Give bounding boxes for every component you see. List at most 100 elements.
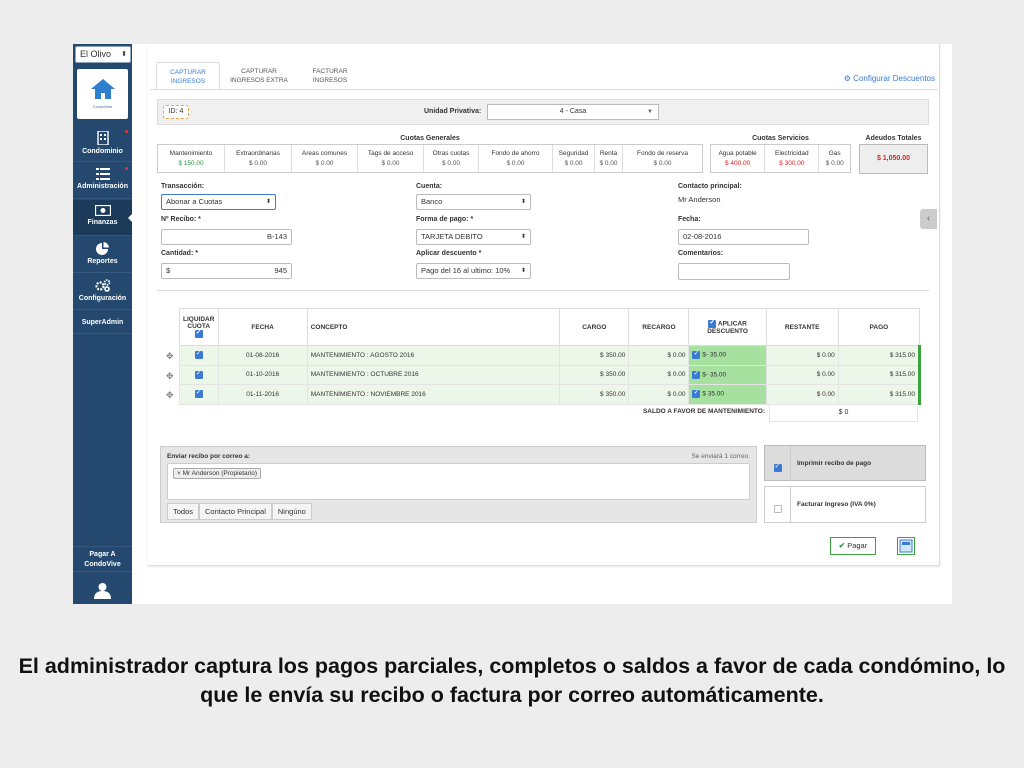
logo[interactable]: CondoVive xyxy=(77,69,128,119)
pie-chart-icon xyxy=(96,242,109,255)
discount-checkbox[interactable] xyxy=(692,388,701,399)
cuota-seguridad: Seguridad $ 0.00 xyxy=(553,145,595,172)
recibo-input[interactable]: B-143 xyxy=(161,229,292,245)
unidad-privativa-select[interactable]: 4 - Casa ▼ xyxy=(487,104,659,120)
cuotas-servicios-box: Agua potable $ 400.00 Electricidad $ 300.0… xyxy=(710,144,851,173)
tab-capturar-ingresos[interactable]: CAPTURAR INGRESOS xyxy=(156,62,220,90)
select-all-checkbox[interactable] xyxy=(194,328,203,338)
sidebar-item-finanzas[interactable]: Finanzas xyxy=(73,200,133,236)
cantidad-label: Cantidad: * xyxy=(161,250,198,257)
cuota-name: Seguridad xyxy=(558,150,589,157)
cantidad-value: 945 xyxy=(274,266,287,275)
drag-handle-icon[interactable]: ✥ xyxy=(166,390,174,401)
liquidar-checkbox[interactable] xyxy=(194,369,203,379)
header-restante: RESTANTE xyxy=(765,308,839,346)
servicio-value: $ 0.00 xyxy=(825,160,844,167)
liquidar-checkbox[interactable] xyxy=(194,388,203,399)
tab-line1: CAPTURAR xyxy=(241,68,277,75)
drag-handle-icon[interactable]: ✥ xyxy=(166,351,174,362)
cuota-value: $ 0.00 xyxy=(248,160,268,167)
cuotas-generales-title: Cuotas Generales xyxy=(400,135,460,142)
configurar-descuentos-link[interactable]: ⚙ Configurar Descuentos xyxy=(844,74,935,83)
pagar-a-sub-label: CondoVive xyxy=(84,561,121,568)
table-row: ✥ 01-10-2016 MANTENIMIENTO : OCTUBRE 201… xyxy=(166,364,922,385)
ninguno-button[interactable]: Ningúno xyxy=(271,503,312,520)
pago-cell: $ 315.00 xyxy=(837,345,922,366)
restante-cell: $ 0.00 xyxy=(765,345,839,366)
tab-line1: CAPTURAR xyxy=(170,69,206,76)
imprimir-checkbox[interactable] xyxy=(773,462,782,472)
servicio-gas: Gas $ 0.00 xyxy=(819,145,850,172)
aplicar-descuento-label: Aplicar descuento * xyxy=(416,250,482,257)
recipient-tag[interactable]: × Mr Anderson (Propietario) xyxy=(173,468,262,479)
recargo-cell: $ 0.00 xyxy=(628,364,690,385)
liquidar-cell: ✥ xyxy=(166,384,219,405)
recargo-cell: $ 0.00 xyxy=(628,345,690,366)
imprimir-recibo-option[interactable]: Imprimir recibo de pago xyxy=(764,445,926,481)
collapse-panel-button[interactable]: ‹ xyxy=(920,209,937,229)
cargo-cell: $ 350.00 xyxy=(559,364,630,385)
select-arrows-icon: ⬍ xyxy=(265,199,271,205)
aplicar-descuento-select[interactable]: Pago del 16 al ultimo: 10% ⬍ xyxy=(416,263,531,279)
select-value: Abonar a Cuotas xyxy=(166,197,223,206)
discount-checkbox[interactable] xyxy=(692,369,701,379)
facturar-ingreso-option[interactable]: Facturar Ingreso (IVA 0%) xyxy=(764,486,926,523)
fecha-cell: 01-08-2016 xyxy=(217,345,308,366)
select-arrows-icon: ⬍ xyxy=(121,51,127,58)
cuota-extraordinarias: Extraordinarias $ 0.00 xyxy=(225,145,292,172)
select-value: Pago del 16 al ultimo: 10% xyxy=(421,266,511,275)
cantidad-input[interactable]: $945 xyxy=(161,263,292,279)
descuento-cell: $ 35.00 xyxy=(688,384,767,405)
facturar-checkbox[interactable] xyxy=(773,504,782,513)
sidebar-item-configuracion[interactable]: Configuración xyxy=(73,274,132,310)
adeudos-totales-title: Adeudos Totales xyxy=(865,135,922,142)
cuota-value: $ 0.00 xyxy=(315,160,334,167)
list-icon xyxy=(95,168,110,180)
user-icon[interactable] xyxy=(94,582,111,599)
tab-capturar-ingresos-extra[interactable]: CAPTURAR INGRESOS EXTRA xyxy=(224,62,294,90)
sidebar: El Olivo ⬍ CondoVive Condominio Administr… xyxy=(73,44,133,604)
email-recipients-input[interactable]: × Mr Anderson (Propietario) xyxy=(167,463,750,500)
tab-line2: INGRESOS xyxy=(312,77,348,84)
discount-checkbox[interactable] xyxy=(692,349,701,360)
calculator-button[interactable] xyxy=(897,537,915,555)
fecha-cell: 01-10-2016 xyxy=(217,364,308,385)
tab-line2: INGRESOS EXTRA xyxy=(230,77,288,84)
cuenta-select[interactable]: Banco ⬍ xyxy=(416,194,531,210)
contacto-principal-button[interactable]: Contacto Principal xyxy=(199,503,272,520)
money-icon xyxy=(94,205,111,216)
tab-line1: FACTURAR xyxy=(312,68,348,75)
apply-all-discount-checkbox[interactable] xyxy=(708,318,717,328)
drag-handle-icon[interactable]: ✥ xyxy=(166,371,174,382)
select-arrows-icon: ⬍ xyxy=(520,268,526,274)
table-header-row: LIQUIDAR CUOTA FECHA CONCEPTO CARGO RECA… xyxy=(179,308,921,346)
cuota-areas-comunes: Areas comunes $ 0.00 xyxy=(292,145,358,172)
fecha-input[interactable]: 02-08-2016 xyxy=(678,229,809,245)
condominium-select[interactable]: El Olivo ⬍ xyxy=(75,46,131,63)
gears-icon xyxy=(94,279,110,292)
todos-button[interactable]: Todos xyxy=(167,503,200,520)
main-panel: CAPTURAR INGRESOS CAPTURAR INGRESOS EXTRA … xyxy=(148,44,940,566)
tab-facturar-ingresos[interactable]: FACTURAR INGRESOS xyxy=(300,62,360,90)
pagar-a-condovive-link[interactable]: Pagar A CondoVive xyxy=(73,546,132,572)
cargo-cell: $ 350.00 xyxy=(559,384,630,405)
transaccion-select[interactable]: Abonar a Cuotas ⬍ xyxy=(161,194,276,210)
descuento-value: $ 35.00 xyxy=(702,390,724,398)
email-label: Enviar recibo por correo a: xyxy=(167,453,251,460)
restante-cell: $ 0.00 xyxy=(765,384,839,405)
comentarios-textarea[interactable] xyxy=(678,263,790,280)
sidebar-item-condominio[interactable]: Condominio xyxy=(73,126,132,162)
cuenta-label: Cuenta: xyxy=(416,183,443,190)
email-count-note: Se enviará 1 correo. xyxy=(691,453,750,460)
forma-de-pago-label: Forma de pago: * xyxy=(416,216,474,223)
cuota-name: Fondo de reserva xyxy=(637,150,688,157)
facturar-label: Facturar Ingreso (IVA 0%) xyxy=(797,501,876,508)
cuota-name: Tags de acceso xyxy=(367,150,414,157)
forma-de-pago-select[interactable]: TARJETA DEBITO ⬍ xyxy=(416,229,531,245)
pagar-button[interactable]: ✔ Pagar xyxy=(830,537,876,555)
sidebar-item-superadmin[interactable]: SuperAdmin xyxy=(73,312,132,334)
concepto-cell: MANTENIMIENTO : AGOSTO 2016 xyxy=(306,345,561,366)
liquidar-checkbox[interactable] xyxy=(194,349,203,360)
sidebar-item-reportes[interactable]: Reportes xyxy=(73,237,132,273)
sidebar-item-administracion[interactable]: Administración xyxy=(73,163,132,199)
